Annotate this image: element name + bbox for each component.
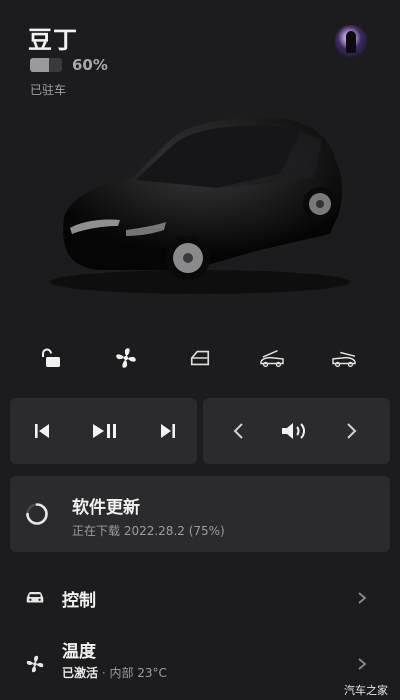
- climate-active-label: 已激活: [62, 666, 99, 680]
- menu-item-label: 温度: [62, 642, 96, 662]
- door-icon: [190, 350, 210, 366]
- volume-down-button[interactable]: [218, 398, 258, 464]
- quick-controls: [0, 338, 400, 378]
- climate-status: 已激活 · 内部 23°C: [62, 664, 167, 681]
- vehicle-status: 已驻车: [30, 83, 67, 97]
- next-track-button[interactable]: [148, 398, 188, 464]
- car-image: [50, 117, 350, 294]
- door-button[interactable]: [180, 338, 220, 378]
- climate-button[interactable]: [106, 338, 146, 378]
- volume-indicator: [275, 398, 315, 464]
- chevron-right-icon: [358, 592, 367, 604]
- play-pause-button[interactable]: [85, 398, 125, 464]
- update-title: 软件更新: [72, 498, 140, 518]
- battery-icon: [30, 58, 62, 72]
- software-update-card[interactable]: 软件更新 正在下载 2022.28.2 (75%): [10, 476, 390, 552]
- car-name: 豆丁: [28, 26, 78, 54]
- previous-track-icon: [35, 424, 49, 438]
- volume-up-icon: [347, 423, 357, 439]
- frunk-button[interactable]: [252, 338, 292, 378]
- volume-up-button[interactable]: [332, 398, 372, 464]
- lock-button[interactable]: [32, 338, 72, 378]
- chevron-right-icon: [358, 658, 367, 670]
- update-progress-text: 正在下载 2022.28.2 (75%): [72, 524, 225, 538]
- next-track-icon: [161, 424, 175, 438]
- fan-icon: [26, 655, 44, 673]
- menu-item-label: 控制: [62, 591, 96, 611]
- separator: ·: [98, 666, 110, 680]
- volume-down-icon: [233, 423, 243, 439]
- previous-track-button[interactable]: [22, 398, 62, 464]
- battery-indicator: 60%: [30, 56, 108, 74]
- trunk-button[interactable]: [324, 338, 364, 378]
- menu-item-climate[interactable]: 温度 已激活 · 内部 23°C: [0, 630, 400, 690]
- fan-icon: [116, 348, 136, 368]
- play-pause-icon: [93, 424, 116, 438]
- frunk-icon: [260, 349, 284, 368]
- volume-controls: [203, 398, 390, 464]
- watermark: 汽车之家: [344, 684, 388, 697]
- battery-percent: 60%: [72, 56, 108, 74]
- menu-item-controls[interactable]: 控制: [0, 576, 400, 620]
- header: 豆丁 60% 已驻车: [0, 0, 400, 110]
- trunk-icon: [332, 351, 356, 368]
- battery-fill: [30, 58, 50, 72]
- avatar-figure: [346, 31, 356, 53]
- unlock-icon: [42, 348, 60, 367]
- profile-avatar[interactable]: [335, 25, 367, 57]
- car-icon: [26, 591, 44, 603]
- interior-temperature: 内部 23°C: [109, 666, 167, 680]
- playback-controls: [10, 398, 197, 464]
- loading-spinner-icon: [26, 503, 48, 525]
- volume-icon: [282, 423, 305, 439]
